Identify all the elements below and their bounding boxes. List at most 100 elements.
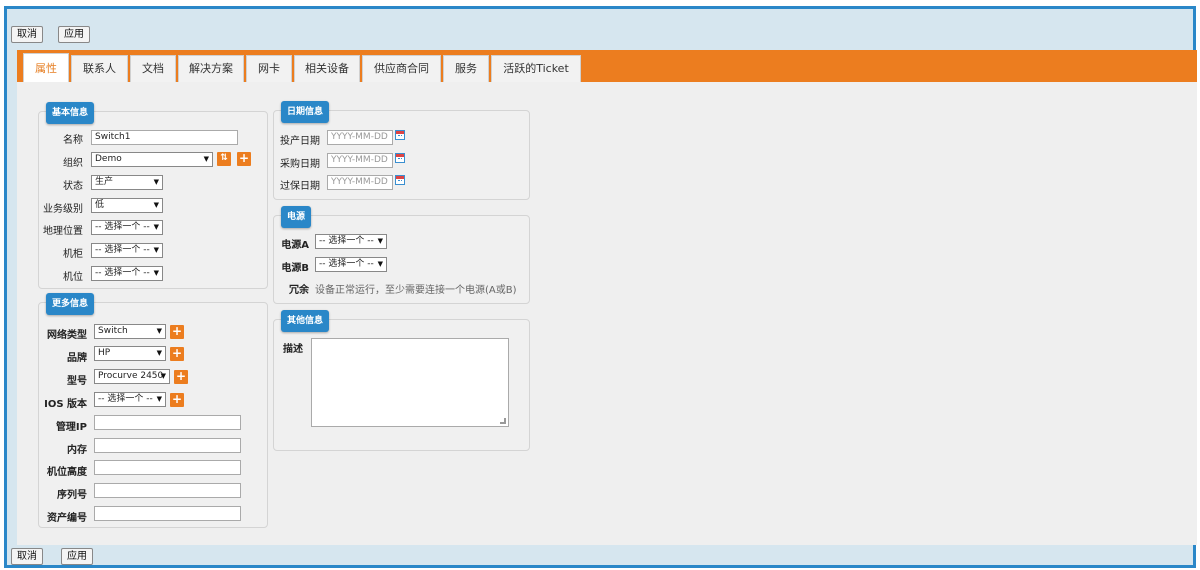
production-date-label: 投产日期 bbox=[280, 136, 320, 147]
tab-contacts[interactable]: 联系人 bbox=[71, 55, 128, 82]
tab-network-cards[interactable]: 网卡 bbox=[246, 55, 292, 82]
criticality-label: 业务级别 bbox=[43, 204, 83, 215]
apply-button-top[interactable]: 应用 bbox=[58, 26, 90, 43]
brand-select-value: HP bbox=[98, 348, 111, 358]
add-brand-button[interactable]: + bbox=[170, 347, 184, 361]
enclosure-select[interactable]: -- 选择一个 -- ▼ bbox=[91, 266, 163, 281]
power-b-select-value: -- 选择一个 -- bbox=[319, 259, 374, 269]
production-date-input[interactable]: YYYY-MM-DD bbox=[327, 130, 393, 145]
description-textarea[interactable] bbox=[311, 338, 509, 427]
chevron-down-icon: ▼ bbox=[377, 260, 383, 268]
chevron-down-icon: ▼ bbox=[160, 372, 166, 380]
location-select-value: -- 选择一个 -- bbox=[95, 222, 150, 232]
tab-documents[interactable]: 文档 bbox=[130, 55, 176, 82]
content-area: 属性 联系人 文档 解决方案 网卡 相关设备 供应商合同 服务 活跃的Ticke… bbox=[17, 50, 1197, 545]
add-model-button[interactable]: + bbox=[174, 370, 188, 384]
chevron-down-icon: ▼ bbox=[153, 269, 159, 277]
chevron-down-icon: ▼ bbox=[156, 349, 162, 357]
ios-select[interactable]: -- 选择一个 -- ▼ bbox=[94, 392, 166, 407]
location-select[interactable]: -- 选择一个 -- ▼ bbox=[91, 220, 163, 235]
status-select[interactable]: 生产 ▼ bbox=[91, 175, 163, 190]
chevron-down-icon: ▼ bbox=[153, 223, 159, 231]
basic-info-panel: 基本信息 名称 Switch1 组织 Demo ▼ ⇅ + 状态 生产 ▼ 业务级别… bbox=[38, 102, 268, 289]
criticality-select-value: 低 bbox=[95, 200, 105, 210]
name-input[interactable]: Switch1 bbox=[91, 130, 238, 145]
power-a-select-value: -- 选择一个 -- bbox=[319, 236, 374, 246]
power-a-label: 电源A bbox=[281, 240, 309, 251]
chevron-down-icon: ▼ bbox=[203, 155, 209, 163]
chevron-down-icon: ▼ bbox=[153, 246, 159, 254]
serial-input[interactable] bbox=[94, 483, 241, 498]
tab-bar: 属性 联系人 文档 解决方案 网卡 相关设备 供应商合同 服务 活跃的Ticke… bbox=[17, 50, 1197, 82]
cancel-button-bottom[interactable]: 取消 bbox=[11, 548, 43, 565]
add-ios-button[interactable]: + bbox=[170, 393, 184, 407]
date-info-panel: 日期信息 投产日期 YYYY-MM-DD 采购日期 YYYY-MM-DD 过保日… bbox=[273, 101, 530, 200]
redundancy-text: 设备正常运行，至少需要连接一个电源(A或B) bbox=[315, 285, 517, 296]
power-legend: 电源 bbox=[281, 206, 312, 228]
rack-select-value: -- 选择一个 -- bbox=[95, 245, 150, 255]
calendar-icon[interactable] bbox=[395, 130, 405, 140]
mgmtip-input[interactable] bbox=[94, 415, 241, 430]
tab-supplier-contracts[interactable]: 供应商合同 bbox=[362, 55, 441, 82]
ram-input[interactable] bbox=[94, 438, 241, 453]
nettype-select[interactable]: Switch ▼ bbox=[94, 324, 166, 339]
org-hierarchy-button[interactable]: ⇅ bbox=[217, 152, 231, 166]
enclosure-select-value: -- 选择一个 -- bbox=[95, 268, 150, 278]
redundancy-label: 冗余 bbox=[289, 285, 309, 296]
chevron-down-icon: ▼ bbox=[153, 178, 159, 186]
cancel-button-top[interactable]: 取消 bbox=[11, 26, 43, 43]
resize-grip-icon[interactable] bbox=[500, 418, 506, 424]
apply-button-bottom[interactable]: 应用 bbox=[61, 548, 93, 565]
criticality-select[interactable]: 低 ▼ bbox=[91, 198, 163, 213]
nettype-select-value: Switch bbox=[98, 326, 128, 336]
calendar-icon[interactable] bbox=[395, 153, 405, 163]
model-label: 型号 bbox=[67, 376, 87, 387]
power-panel: 电源 电源A -- 选择一个 -- ▼ 电源B -- 选择一个 -- ▼ 冗余 设备… bbox=[273, 206, 530, 304]
rack-label: 机柜 bbox=[63, 249, 83, 260]
model-select[interactable]: Procurve 2450 ▼ bbox=[94, 369, 170, 384]
org-label: 组织 bbox=[63, 158, 83, 169]
name-label: 名称 bbox=[63, 135, 83, 146]
tab-services[interactable]: 服务 bbox=[443, 55, 489, 82]
enclosure-label: 机位 bbox=[63, 272, 83, 283]
mgmtip-label: 管理IP bbox=[55, 422, 87, 433]
rack-select[interactable]: -- 选择一个 -- ▼ bbox=[91, 243, 163, 258]
org-select[interactable]: Demo ▼ bbox=[91, 152, 213, 167]
ram-label: 内存 bbox=[67, 445, 87, 456]
brand-select[interactable]: HP ▼ bbox=[94, 346, 166, 361]
power-b-label: 电源B bbox=[281, 263, 309, 274]
purchase-date-input[interactable]: YYYY-MM-DD bbox=[327, 153, 393, 168]
calendar-icon[interactable] bbox=[395, 175, 405, 185]
nettype-label: 网络类型 bbox=[47, 330, 87, 341]
asset-input[interactable] bbox=[94, 506, 241, 521]
location-label: 地理位置 bbox=[43, 226, 83, 237]
more-info-panel: 更多信息 网络类型 Switch ▼ + 品牌 HP ▼ + 型号 Procurve… bbox=[38, 293, 268, 528]
power-b-select[interactable]: -- 选择一个 -- ▼ bbox=[315, 257, 387, 272]
asset-label: 资产编号 bbox=[47, 513, 87, 524]
model-select-value: Procurve 2450 bbox=[98, 371, 164, 381]
ios-label: IOS 版本 bbox=[44, 399, 87, 410]
rackunits-input[interactable] bbox=[94, 460, 241, 475]
date-info-legend: 日期信息 bbox=[281, 101, 330, 123]
other-info-panel: 其他信息 描述 bbox=[273, 310, 530, 451]
tab-solutions[interactable]: 解决方案 bbox=[178, 55, 244, 82]
rackunits-label: 机位高度 bbox=[47, 467, 87, 478]
status-select-value: 生产 bbox=[95, 177, 114, 187]
tab-related-devices[interactable]: 相关设备 bbox=[294, 55, 360, 82]
ios-select-value: -- 选择一个 -- bbox=[98, 394, 153, 404]
add-org-button[interactable]: + bbox=[237, 152, 251, 166]
tab-active-tickets[interactable]: 活跃的Ticket bbox=[491, 55, 581, 82]
chevron-down-icon: ▼ bbox=[377, 237, 383, 245]
more-info-legend: 更多信息 bbox=[46, 293, 95, 315]
power-a-select[interactable]: -- 选择一个 -- ▼ bbox=[315, 234, 387, 249]
window-frame: 取消 应用 属性 联系人 文档 解决方案 网卡 相关设备 供应商合同 服务 活跃… bbox=[4, 6, 1197, 568]
purchase-date-label: 采购日期 bbox=[280, 159, 320, 170]
chevron-down-icon: ▼ bbox=[153, 201, 159, 209]
chevron-down-icon: ▼ bbox=[156, 327, 162, 335]
brand-label: 品牌 bbox=[67, 353, 87, 364]
warranty-date-input[interactable]: YYYY-MM-DD bbox=[327, 175, 393, 190]
add-nettype-button[interactable]: + bbox=[170, 325, 184, 339]
status-label: 状态 bbox=[63, 181, 83, 192]
tab-properties[interactable]: 属性 bbox=[23, 53, 69, 82]
basic-info-legend: 基本信息 bbox=[46, 102, 95, 124]
